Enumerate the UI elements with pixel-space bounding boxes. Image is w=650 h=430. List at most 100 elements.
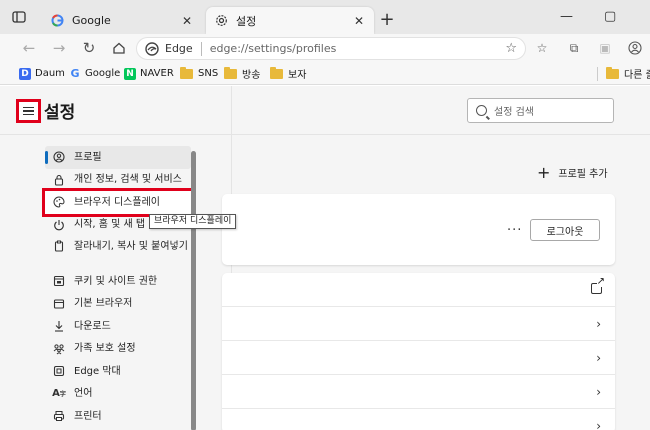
add-profile-label: 프로필 추가 bbox=[558, 169, 608, 180]
sidebar-item-label: 프린터 bbox=[74, 410, 102, 422]
list-item[interactable]: › bbox=[222, 341, 615, 375]
tab-actions-icon[interactable] bbox=[10, 8, 28, 26]
tooltip: 브라우저 디스플레이 bbox=[149, 214, 237, 229]
screenshot-icon[interactable]: ▣ bbox=[597, 40, 613, 56]
sidebar-item-label: 언어 bbox=[74, 388, 93, 400]
sidebar-item-share-copy-paste[interactable]: 잘라내기, 복사 및 붙여넣기 bbox=[45, 236, 191, 270]
favorite-label: 방송 bbox=[242, 70, 261, 81]
favorites-divider bbox=[597, 67, 598, 81]
browser-icon bbox=[53, 298, 65, 310]
minimize-icon[interactable]: — bbox=[560, 9, 573, 24]
favorite-label: 다른 즐 bbox=[624, 70, 650, 81]
sidebar-item-label: 시작, 홈 및 새 탭 bbox=[74, 219, 146, 231]
profile-icon bbox=[53, 151, 65, 163]
favorite-label: Daum bbox=[35, 68, 65, 79]
sidebar-item-label: 개인 정보, 검색 및 서비스 bbox=[74, 174, 182, 186]
page-title: 설정 bbox=[44, 103, 76, 123]
sidebar-item-printers[interactable]: 프린터 bbox=[45, 405, 191, 428]
favorite-folder-sns[interactable]: SNS bbox=[180, 66, 218, 81]
power-icon bbox=[53, 219, 65, 231]
close-icon[interactable]: ✕ bbox=[180, 14, 194, 28]
sidebar-item-profiles[interactable]: 프로필 bbox=[45, 146, 191, 169]
add-profile-button[interactable]: + 프로필 추가 bbox=[537, 162, 608, 182]
sidebar-item-label: 브라우저 디스플레이 bbox=[74, 196, 160, 208]
favorite-folder-boja[interactable]: 보자 bbox=[270, 66, 306, 81]
favorite-label: NAVER bbox=[140, 68, 174, 79]
tab-title: Google bbox=[72, 14, 111, 27]
folder-icon bbox=[606, 66, 619, 79]
close-icon[interactable]: ✕ bbox=[352, 14, 366, 28]
favorite-folder-broadcast[interactable]: 방송 bbox=[224, 66, 260, 81]
sidebar-item-label: 가족 보호 설정 bbox=[74, 343, 136, 355]
address-url: edge://settings/profiles bbox=[209, 42, 337, 55]
google-icon bbox=[50, 14, 64, 28]
collections-icon[interactable]: ⧉ bbox=[566, 40, 582, 56]
tab-strip: Google ✕ 설정 ✕ + — ▢ bbox=[0, 0, 650, 34]
tab-google[interactable]: Google ✕ bbox=[42, 7, 202, 34]
chevron-right-icon: › bbox=[596, 351, 601, 365]
sidebar-item-edge-bar[interactable]: Edge 막대 bbox=[45, 360, 191, 383]
search-icon bbox=[476, 105, 487, 116]
favorite-daum[interactable]: D Daum bbox=[19, 66, 65, 81]
profile-avatar-icon[interactable] bbox=[627, 40, 643, 56]
language-icon: A字 bbox=[52, 388, 66, 400]
clipboard-icon bbox=[53, 240, 65, 252]
search-placeholder: 설정 검색 bbox=[494, 107, 534, 118]
download-icon bbox=[53, 320, 65, 332]
favorites-bar: D Daum G Google N NAVER SNS 방송 보자 다른 즐 bbox=[0, 63, 650, 85]
sidebar-item-downloads[interactable]: 다운로드 bbox=[45, 315, 191, 338]
favorite-folder-other[interactable]: 다른 즐 bbox=[606, 66, 650, 81]
sidebar-item-cookies-permissions[interactable]: 쿠키 및 사이트 권한 bbox=[45, 270, 191, 293]
address-bar[interactable]: Edge edge://settings/profiles ☆ bbox=[136, 37, 526, 60]
sidebar-item-appearance[interactable]: 브라우저 디스플레이 bbox=[42, 188, 194, 217]
logout-button[interactable]: 로그아웃 bbox=[530, 219, 600, 241]
sidebar-item-languages[interactable]: A字 언어 bbox=[45, 383, 191, 406]
plus-icon: + bbox=[537, 162, 551, 182]
favorite-label: SNS bbox=[198, 68, 219, 79]
favorites-icon[interactable]: ☆ bbox=[534, 40, 550, 56]
sidebar-item-privacy[interactable]: 개인 정보, 검색 및 서비스 bbox=[45, 169, 191, 192]
home-icon[interactable] bbox=[110, 39, 128, 57]
folder-icon bbox=[224, 66, 237, 79]
list-item[interactable]: › bbox=[222, 307, 615, 341]
favorite-label: 보자 bbox=[288, 70, 307, 81]
settings-menu: 프로필 개인 정보, 검색 및 서비스 브라우저 디스플레이 시작, 홈 및 새… bbox=[42, 146, 194, 428]
sidebar-item-label: 쿠키 및 사이트 권한 bbox=[74, 275, 158, 287]
sidebar-item-label: 잘라내기, 복사 및 붙여넣기 bbox=[74, 241, 188, 252]
refresh-icon[interactable]: ↻ bbox=[80, 39, 98, 57]
new-tab-button[interactable]: + bbox=[378, 9, 396, 30]
maximize-icon[interactable]: ▢ bbox=[604, 9, 616, 24]
external-link-icon bbox=[591, 277, 605, 294]
chevron-right-icon: › bbox=[596, 317, 601, 331]
list-item[interactable]: › bbox=[222, 409, 615, 430]
forward-icon[interactable]: → bbox=[50, 39, 68, 57]
lock-icon bbox=[53, 174, 65, 186]
add-favorite-icon[interactable]: ☆ bbox=[505, 41, 517, 56]
settings-search-input[interactable]: 설정 검색 bbox=[467, 98, 614, 123]
sidebar-item-label: 다운로드 bbox=[74, 320, 111, 332]
tab-settings[interactable]: 설정 ✕ bbox=[206, 7, 374, 34]
site-permissions-icon bbox=[53, 275, 65, 287]
favorite-google[interactable]: G Google bbox=[69, 66, 120, 81]
chevron-right-icon: › bbox=[596, 385, 601, 399]
edge-logo-icon bbox=[145, 41, 159, 56]
browser-toolbar: ← → ↻ Edge edge://settings/profiles ☆ ☆ … bbox=[0, 34, 650, 63]
naver-icon: N bbox=[124, 67, 136, 80]
chevron-right-icon: › bbox=[596, 419, 601, 430]
list-item[interactable]: › bbox=[222, 375, 615, 409]
sidebar-item-default-browser[interactable]: 기본 브라우저 bbox=[45, 293, 191, 316]
sidebar-item-family-safety[interactable]: 가족 보호 설정 bbox=[45, 338, 191, 361]
list-item[interactable] bbox=[222, 273, 615, 307]
favorite-naver[interactable]: N NAVER bbox=[124, 66, 174, 81]
palette-icon bbox=[53, 196, 65, 208]
sidebar-item-label: 기본 브라우저 bbox=[74, 298, 133, 310]
menu-hamburger-icon[interactable] bbox=[16, 99, 41, 123]
folder-icon bbox=[180, 66, 193, 79]
back-icon[interactable]: ← bbox=[20, 39, 38, 57]
settings-page: 설정 설정 검색 프로필 개인 정보, 검색 및 서비스 브라우저 디스플레이 bbox=[0, 86, 650, 430]
sidebar-item-label: 프로필 bbox=[74, 151, 102, 163]
tab-title: 설정 bbox=[236, 14, 257, 28]
more-options-icon[interactable]: ··· bbox=[507, 223, 522, 238]
sidebar-scrollbar[interactable] bbox=[191, 151, 196, 430]
address-divider bbox=[200, 41, 202, 56]
